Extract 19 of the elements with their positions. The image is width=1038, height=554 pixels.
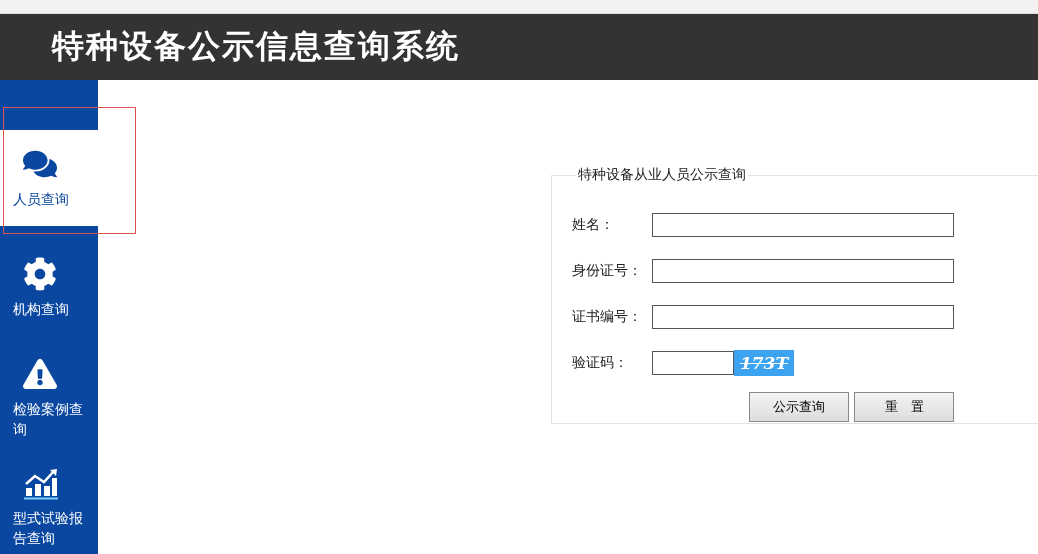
sidebar-item[interactable]: 检验案例查询	[0, 350, 98, 446]
reset-button[interactable]: 重 置	[854, 392, 954, 422]
input-field[interactable]	[652, 305, 954, 329]
field-label: 证书编号：	[572, 308, 643, 326]
panel-legend: 特种设备从业人员公示查询	[576, 166, 748, 184]
sidebar-item[interactable]: 机构查询	[0, 240, 98, 336]
field-label: 姓名：	[572, 216, 615, 234]
sidebar-item[interactable]: 人员查询	[0, 130, 98, 226]
page-title: 特种设备公示信息查询系统	[52, 26, 460, 67]
warning-icon	[23, 357, 57, 391]
input-field[interactable]	[652, 213, 954, 237]
captcha-input[interactable]	[652, 351, 734, 375]
query-button[interactable]: 公示查询	[749, 392, 849, 422]
field-label: 身份证号：	[572, 262, 643, 280]
settings-icon	[23, 257, 57, 291]
sidebar-item[interactable]: 型式试验报告查询	[0, 460, 98, 554]
input-field[interactable]	[652, 259, 954, 283]
bar-chart-icon	[23, 468, 59, 500]
field-label: 验证码：	[572, 354, 629, 372]
